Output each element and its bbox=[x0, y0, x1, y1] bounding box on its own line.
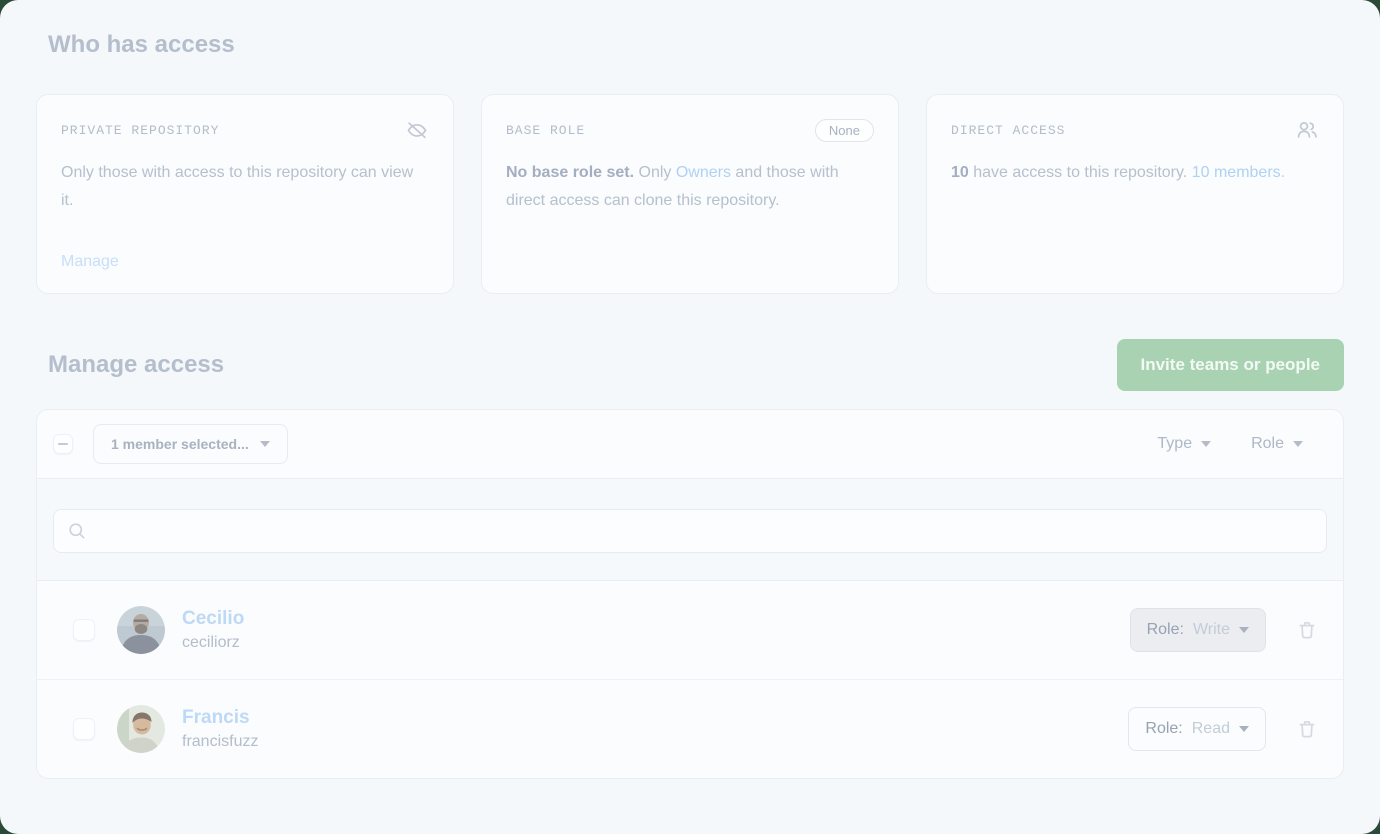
member-search-box bbox=[53, 509, 1327, 553]
member-row-cecilio: Cecilio ceciliorz Role: Write bbox=[37, 581, 1343, 679]
member-search-input[interactable] bbox=[97, 521, 1313, 541]
selected-members-label: 1 member selected... bbox=[111, 436, 249, 452]
remove-member-button[interactable] bbox=[1295, 717, 1319, 741]
chevron-down-icon bbox=[260, 441, 270, 447]
eye-slash-icon bbox=[405, 118, 429, 142]
private-repository-description: Only those with access to this repositor… bbox=[61, 159, 429, 215]
member-checkbox[interactable] bbox=[73, 619, 95, 641]
member-row-francis: Francis francisfuzz Role: Read bbox=[37, 679, 1343, 778]
table-filters: Type Role bbox=[1157, 435, 1303, 453]
base-role-card: BASE ROLE None No base role set. Only Ow… bbox=[481, 94, 899, 294]
people-icon bbox=[1295, 118, 1319, 142]
private-repository-card: PRIVATE REPOSITORY Only those with acces… bbox=[36, 94, 454, 294]
role-value: Read bbox=[1192, 720, 1230, 738]
card-head: BASE ROLE None bbox=[506, 117, 874, 143]
who-has-access-title: Who has access bbox=[48, 30, 1344, 60]
trash-icon bbox=[1295, 717, 1319, 741]
manage-access-title: Manage access bbox=[48, 350, 224, 380]
private-repository-label: PRIVATE REPOSITORY bbox=[61, 123, 219, 138]
role-value: Write bbox=[1193, 621, 1230, 639]
member-row-actions: Role: Write bbox=[1130, 608, 1319, 652]
repo-access-settings-page: Who has access PRIVATE REPOSITORY Only t… bbox=[0, 0, 1380, 834]
access-summary-cards: PRIVATE REPOSITORY Only those with acces… bbox=[36, 94, 1344, 294]
direct-access-card: DIRECT ACCESS 10 have access to this rep… bbox=[926, 94, 1344, 294]
member-identity: Cecilio ceciliorz bbox=[182, 608, 244, 652]
member-name-link[interactable]: Cecilio bbox=[182, 608, 244, 630]
manage-access-header: Manage access Invite teams or people bbox=[36, 339, 1344, 391]
avatar[interactable] bbox=[117, 705, 165, 753]
avatar[interactable] bbox=[117, 606, 165, 654]
remove-member-button[interactable] bbox=[1295, 618, 1319, 642]
members-table: 1 member selected... Type Role bbox=[36, 409, 1344, 779]
indeterminate-dash-icon bbox=[58, 443, 68, 446]
direct-access-description: 10 have access to this repository. 10 me… bbox=[951, 159, 1319, 187]
chevron-down-icon bbox=[1201, 441, 1211, 447]
members-count-link[interactable]: 10 members. bbox=[1192, 164, 1285, 181]
role-prefix: Role: bbox=[1147, 621, 1184, 639]
member-username: francisfuzz bbox=[182, 733, 258, 751]
member-search-section bbox=[37, 478, 1343, 581]
selected-members-dropdown[interactable]: 1 member selected... bbox=[93, 424, 288, 464]
role-dropdown[interactable]: Role: Read bbox=[1128, 707, 1266, 751]
member-checkbox[interactable] bbox=[73, 718, 95, 740]
invite-teams-or-people-button[interactable]: Invite teams or people bbox=[1117, 339, 1345, 391]
card-head: DIRECT ACCESS bbox=[951, 117, 1319, 143]
base-role-description: No base role set. Only Owners and those … bbox=[506, 159, 874, 215]
role-dropdown[interactable]: Role: Write bbox=[1130, 608, 1266, 652]
card-head: PRIVATE REPOSITORY bbox=[61, 117, 429, 143]
member-username: ceciliorz bbox=[182, 634, 244, 652]
members-table-toolbar: 1 member selected... Type Role bbox=[37, 410, 1343, 478]
member-identity: Francis francisfuzz bbox=[182, 707, 258, 751]
member-row-actions: Role: Read bbox=[1128, 707, 1319, 751]
trash-icon bbox=[1295, 618, 1319, 642]
chevron-down-icon bbox=[1239, 726, 1249, 732]
role-filter-dropdown[interactable]: Role bbox=[1251, 435, 1303, 453]
role-prefix: Role: bbox=[1145, 720, 1182, 738]
search-icon bbox=[67, 521, 87, 541]
role-filter-label: Role bbox=[1251, 435, 1284, 453]
owners-link[interactable]: Owners bbox=[676, 164, 731, 181]
base-role-label: BASE ROLE bbox=[506, 123, 585, 138]
type-filter-label: Type bbox=[1157, 435, 1192, 453]
chevron-down-icon bbox=[1239, 627, 1249, 633]
type-filter-dropdown[interactable]: Type bbox=[1157, 435, 1211, 453]
select-all-checkbox[interactable] bbox=[53, 434, 73, 454]
none-badge: None bbox=[815, 119, 874, 142]
direct-access-label: DIRECT ACCESS bbox=[951, 123, 1065, 138]
member-name-link[interactable]: Francis bbox=[182, 707, 258, 729]
chevron-down-icon bbox=[1293, 441, 1303, 447]
manage-link[interactable]: Manage bbox=[61, 253, 429, 271]
